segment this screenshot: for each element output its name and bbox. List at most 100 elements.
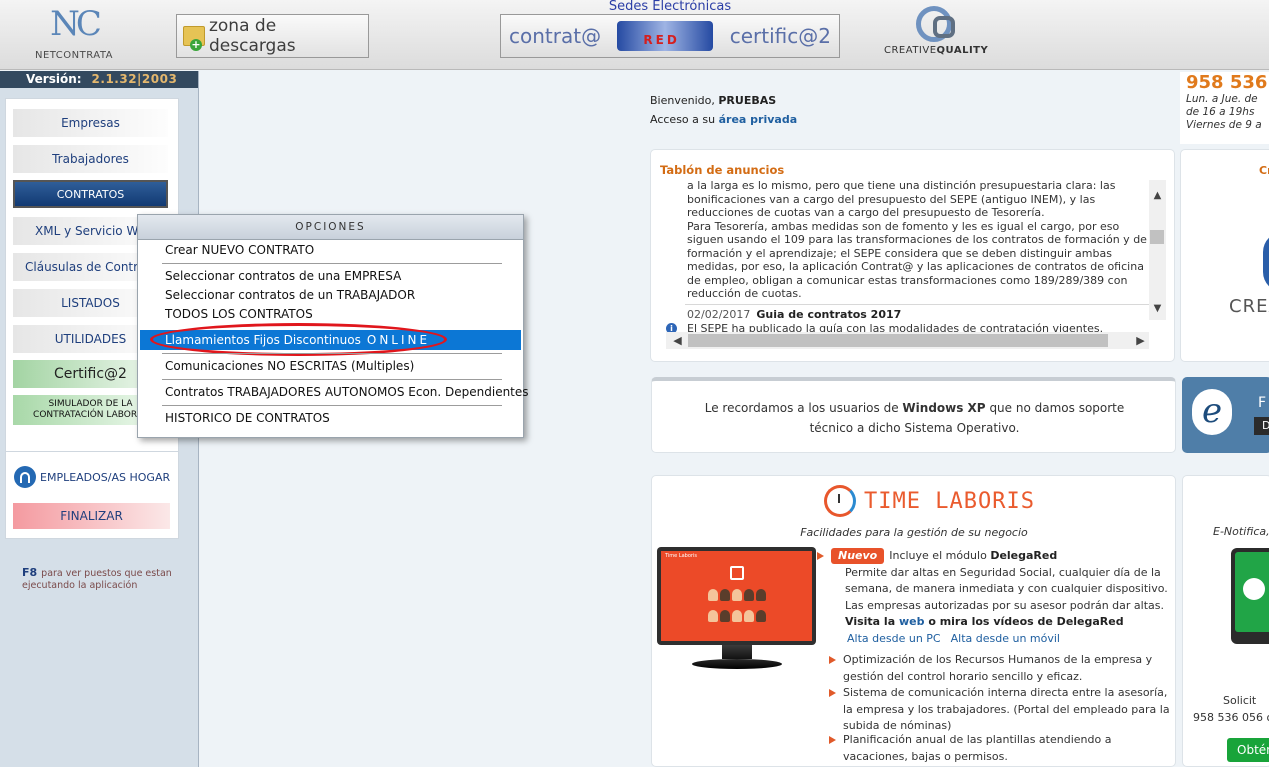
solicit-text: Solicit [1223,694,1257,707]
access-prefix: Acceso a su [650,113,716,126]
right-card-2-tag: D [1254,417,1269,435]
top-header: NC NETCONTRATA zona de descargas Sedes E… [0,0,1269,70]
feature-planificacion: Planificación anual de las plantillas at… [829,732,1153,765]
sede-contrata-link[interactable]: contrat@ [509,24,601,48]
wordmark-part1: NET [34,50,56,61]
scroll-down-arrow-icon[interactable]: ▼ [1149,301,1166,317]
version-label: Versión: [26,72,82,86]
feature-delegared-text: Permite dar altas en Seguridad Social, c… [845,565,1168,612]
vertical-scroll-thumb[interactable] [1150,230,1164,244]
cq-part2: QUALITY [936,45,989,56]
menu-option-contratos-trabajador[interactable]: Seleccionar contratos de un TRABAJADOR [165,288,415,302]
menu-option-comunicaciones[interactable]: Comunicaciones NO ESCRITAS (Multiples) [165,359,414,373]
creativequality-logo[interactable]: CREATIVEQUALITY [884,6,988,56]
person-icon [744,610,754,622]
right-card-efactura[interactable]: e F D [1182,377,1269,453]
time-laboris-logo[interactable]: TIME LABORIS [824,485,1035,517]
phone-hours-line: Lun. a Jue. de [1186,93,1258,105]
menu-separator [162,405,502,406]
empleados-hogar-label: EMPLEADOS/AS HOGAR [40,470,171,484]
xp-bold: Windows XP [902,401,986,415]
welcome-block: Bienvenido, PRUEBAS Acceso a su área pri… [650,91,797,129]
feature-delegared: Nuevo Incluye el módulo DelegaRed Permite… [817,548,1171,648]
sede-certifica-link[interactable]: certific@2 [730,24,831,48]
empleados-hogar-button[interactable]: EMPLEADOS/AS HOGAR [14,464,174,490]
right-card-creativequality[interactable]: Cr CREA [1180,149,1269,362]
tablon-line: reducción de cuotas. [687,287,802,300]
person-icon [744,589,754,601]
xp-notice-line1: Le recordamos a los usuarios de Windows … [652,399,1177,419]
netcontrata-logo[interactable]: NC NETCONTRATA [28,4,120,64]
monitor-stand-neck [721,645,752,659]
cq-mark-icon [916,6,955,42]
red-highlight-ellipse [150,323,447,356]
sedes-electronicas-bar: contrat@ RED certific@2 [500,14,840,58]
alta-movil-link[interactable]: Alta desde un móvil [951,632,1060,645]
monitor-stand-base [691,659,782,669]
nuevo-badge: Nuevo [831,548,885,564]
menu-item-empresas[interactable]: Empresas [13,109,168,137]
feature-comunicacion: Sistema de comunicación interna directa … [829,685,1173,735]
person-icon [708,610,718,622]
menu-option-contratos-empresa[interactable]: Seleccionar contratos de una EMPRESA [165,269,401,283]
screen-title: Time Laboris [665,553,697,559]
sede-red-link[interactable]: RED [617,21,714,51]
menu-option-crear-contrato[interactable]: Crear NUEVO CONTRATO [165,243,314,257]
f8-hint: F8 para ver puestos que estan ejecutando … [22,567,182,592]
netcontrata-monogram: NC [50,4,102,44]
menu-option-todos-contratos[interactable]: TODOS LOS CONTRATOS [165,307,313,321]
time-laboris-subtitle: Facilidades para la gestión de su negoci… [800,526,1028,539]
feature-optimizacion: Optimización de los Recursos Humanos de … [829,652,1173,685]
wordmark-part2: CONTRATA [55,50,114,61]
news-date: 02/02/2017 [687,308,751,321]
phone-hours: Lun. a Jue. de de 16 a 19hs Viernes de 9… [1186,93,1269,132]
version-value: 2.1.32|2003 [91,72,178,86]
download-folder-icon [183,26,205,51]
right-card-2-letter: F [1258,395,1267,411]
horizontal-scrollbar[interactable]: ◀ ▶ [666,332,1149,349]
scroll-left-arrow-icon[interactable]: ◀ [669,332,686,349]
menu-item-trabajadores[interactable]: Trabajadores [13,145,168,173]
hogar-panel: EMPLEADOS/AS HOGAR FINALIZAR [5,451,179,539]
feature-optimizacion-text: Optimización de los Recursos Humanos de … [843,653,1153,683]
enotifica-phone: 958 536 056 o [1193,711,1269,724]
horizontal-scroll-thumb[interactable] [688,334,1108,347]
welcome-line: Bienvenido, PRUEBAS [650,91,797,110]
xp-part1: Le recordamos a los usuarios de [704,401,899,415]
version-bar: Versión: 2.1.32|2003 [0,71,198,88]
menu-option-historico[interactable]: HISTORICO DE CONTRATOS [165,411,330,425]
finalizar-button[interactable]: FINALIZAR [13,503,170,529]
vertical-scrollbar[interactable]: ▲ ▼ [1149,180,1166,320]
menu-separator [162,379,502,380]
right-card-label: Cr [1259,164,1269,177]
e-logo-icon: e [1192,389,1232,435]
menu-separator [162,353,502,354]
calendar-icon [730,566,744,580]
netcontrata-wordmark: NETCONTRATA [28,50,120,61]
zona-descargas-button[interactable]: zona de descargas [176,14,369,58]
cq-part1: CREATIVE [884,45,937,56]
obten-button[interactable]: Obtén [1227,738,1269,762]
options-menu-header: OPCIONES [138,215,523,240]
news-item[interactable]: 02/02/2017 Guia de contratos 2017 [687,308,901,321]
scroll-right-arrow-icon[interactable]: ▶ [1132,332,1149,349]
tablon-anuncios: Tablón de anuncios a la larga es lo mism… [650,149,1175,362]
tablon-line: siguen usando el 109 para las transforma… [687,233,1147,246]
scroll-up-arrow-icon[interactable]: ▲ [1149,188,1166,204]
phone-number: 958 536 [1186,72,1268,93]
alta-pc-link[interactable]: Alta desde un PC [847,632,941,645]
web-link[interactable]: web [899,615,925,628]
windows-xp-notice: Le recordamos a los usuarios de Windows … [651,377,1176,453]
tablon-divider [685,304,1151,305]
area-privada-link[interactable]: área privada [719,113,798,126]
menu-item-contratos[interactable]: CONTRATOS [13,180,168,208]
f8-hint-text: para ver puestos que estan ejecutando la… [22,568,172,591]
access-line: Acceso a su área privada [650,110,797,129]
alta-links: Alta desde un PC Alta desde un móvil [847,631,1171,648]
bullet-arrow-icon [829,689,836,697]
bullet-arrow-icon [829,656,836,664]
menu-option-autonomos[interactable]: Contratos TRABAJADORES AUTONOMOS Econ. D… [165,385,529,399]
crea-text: CREA [1229,296,1269,317]
time-laboris-panel: TIME LABORIS Facilidades para la gestión… [651,475,1176,767]
red-label: RED [643,33,680,47]
